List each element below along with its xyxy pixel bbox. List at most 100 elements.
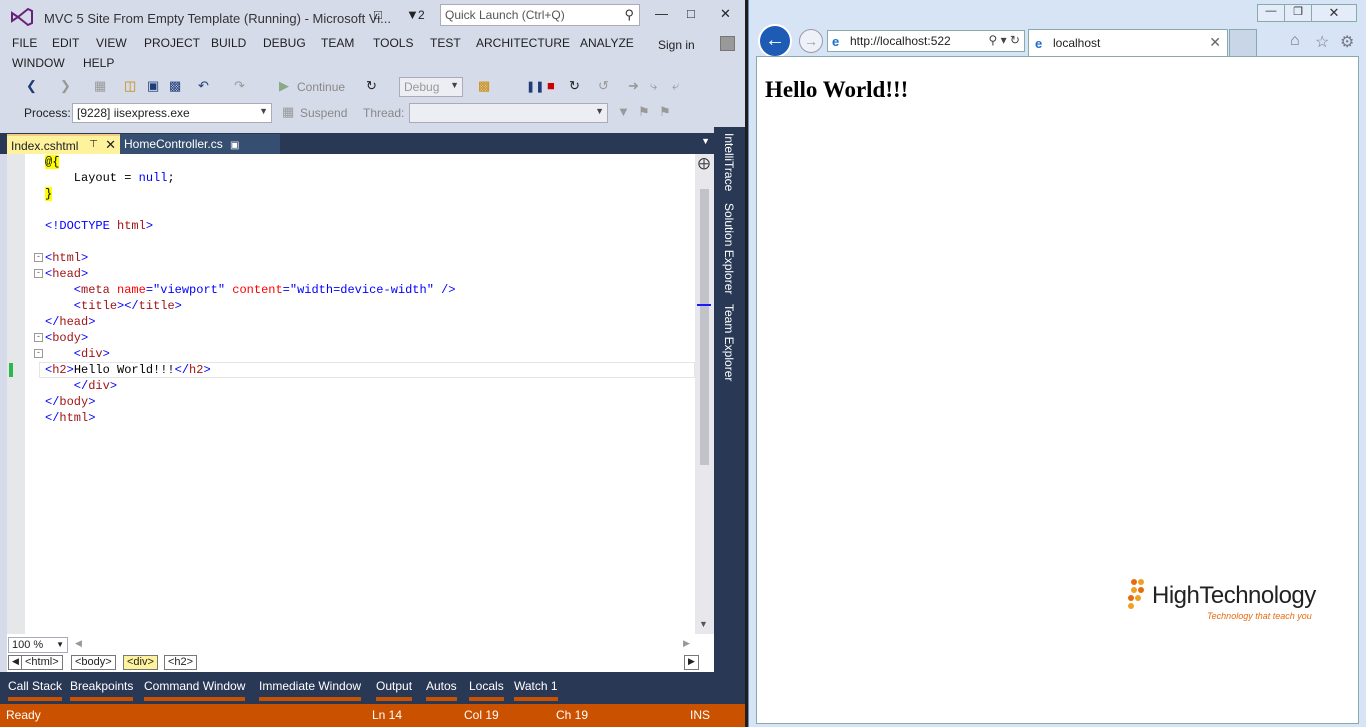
- tab-locals[interactable]: Locals: [469, 679, 504, 701]
- forward-button[interactable]: →: [799, 29, 823, 53]
- vertical-scrollbar[interactable]: ⨁ ▼: [695, 154, 714, 634]
- ie-maximize-button[interactable]: ❐: [1284, 4, 1312, 22]
- fold-toggle[interactable]: -: [34, 269, 43, 278]
- menu-edit[interactable]: EDIT: [52, 36, 79, 50]
- favorites-icon[interactable]: ☆: [1315, 32, 1329, 52]
- vs-title-bar: MVC 5 Site From Empty Template (Running)…: [0, 0, 745, 32]
- breadcrumb-div[interactable]: <div>: [123, 655, 158, 670]
- thread-dropdown[interactable]: ▼: [409, 103, 608, 123]
- open-file-icon[interactable]: ◫: [124, 78, 136, 94]
- settings-gear-icon[interactable]: ⚙: [1340, 32, 1354, 52]
- undo-icon[interactable]: ↶: [198, 78, 209, 94]
- close-tab-icon[interactable]: ✕: [105, 137, 116, 153]
- tab-homecontroller-cs[interactable]: HomeController.cs ▣: [120, 134, 280, 154]
- continue-button[interactable]: Continue: [297, 80, 345, 94]
- sign-in-link[interactable]: Sign in: [658, 38, 695, 52]
- menu-file[interactable]: FILE: [12, 36, 37, 50]
- tab-watch-1[interactable]: Watch 1: [514, 679, 558, 701]
- close-button[interactable]: ✕: [720, 6, 731, 22]
- ie-minimize-button[interactable]: —: [1257, 4, 1285, 22]
- restart-debugging-icon[interactable]: ↻: [569, 78, 580, 94]
- home-icon[interactable]: ⌂: [1290, 32, 1300, 50]
- process-dropdown[interactable]: [9228] iisexpress.exe ▼: [72, 103, 272, 123]
- continue-icon[interactable]: ▶: [279, 78, 289, 94]
- code-line-14: <h2>Hello World!!!</h2>: [45, 363, 211, 377]
- menu-team[interactable]: TEAM: [321, 36, 354, 50]
- address-bar[interactable]: e http://localhost:522 ⚲ ▾ ↻: [827, 30, 1025, 52]
- back-button[interactable]: ←: [758, 24, 792, 58]
- tab-call-stack[interactable]: Call Stack: [8, 679, 63, 701]
- maximize-button[interactable]: □: [687, 6, 695, 21]
- suspend-button[interactable]: Suspend: [300, 106, 347, 120]
- tab-intellitrace[interactable]: IntelliTrace: [722, 133, 736, 191]
- code-editor[interactable]: @{ Layout = null; } <!DOCTYPE html> - <h…: [7, 154, 714, 672]
- suspend-icon[interactable]: ▦: [282, 104, 294, 120]
- split-editor-icon[interactable]: ⨁: [698, 156, 710, 170]
- tab-immediate-window[interactable]: Immediate Window: [259, 679, 362, 701]
- tab-solution-explorer[interactable]: Solution Explorer: [722, 203, 736, 294]
- menu-architecture[interactable]: ARCHITECTURE: [476, 36, 570, 50]
- menu-analyze[interactable]: ANALYZE: [580, 36, 634, 50]
- pin-icon[interactable]: ⊤: [89, 139, 98, 150]
- new-project-icon[interactable]: ▦: [94, 78, 106, 94]
- scroll-down-icon[interactable]: ▼: [699, 619, 708, 629]
- redo-icon[interactable]: ↷: [234, 78, 245, 94]
- document-tab-strip: Index.cshtml ⊤ ✕ HomeController.cs ▣ ▼: [0, 133, 714, 154]
- address-controls-icon[interactable]: ⚲ ▾ ↻: [988, 33, 1020, 47]
- zoom-dropdown[interactable]: 100 % ▼: [8, 637, 68, 653]
- tab-command-window[interactable]: Command Window: [144, 679, 246, 701]
- menu-debug[interactable]: DEBUG: [263, 36, 306, 50]
- breadcrumb-forward-icon[interactable]: ▶: [684, 655, 699, 670]
- menu-help[interactable]: HELP: [83, 56, 114, 70]
- menu-build[interactable]: BUILD: [211, 36, 246, 50]
- menu-tools[interactable]: TOOLS: [373, 36, 413, 50]
- menu-view[interactable]: VIEW: [96, 36, 127, 50]
- breadcrumb-html[interactable]: <html>: [21, 655, 63, 670]
- tab-breakpoints[interactable]: Breakpoints: [70, 679, 134, 701]
- tab-index-cshtml[interactable]: Index.cshtml ⊤ ✕: [7, 134, 120, 154]
- filter-icon[interactable]: ▼: [617, 104, 630, 119]
- browser-page-content: Hello World!!! HighTechnology Technology…: [756, 56, 1359, 724]
- restart-icon[interactable]: ↻: [366, 78, 377, 94]
- standard-toolbar: ❮ ❯ ▦ ◫ ▣ ▩ ↶ ↷ ▶ Continue ↻ Debug ▼ ▩ ❚❚…: [0, 74, 745, 100]
- save-all-icon[interactable]: ▩: [169, 78, 181, 94]
- new-tab-button[interactable]: [1229, 29, 1257, 56]
- browser-tab-localhost[interactable]: e localhost ✕: [1028, 29, 1228, 56]
- stop-debugging-icon[interactable]: ■: [547, 78, 555, 93]
- config-dropdown[interactable]: Debug ▼: [399, 77, 463, 97]
- ie-close-button[interactable]: ✕: [1311, 4, 1357, 22]
- user-avatar-icon[interactable]: [720, 36, 735, 51]
- tab-output[interactable]: Output: [376, 679, 413, 701]
- notification-flag-icon[interactable]: ▼: [406, 7, 419, 22]
- step-into-icon[interactable]: ➜: [628, 78, 639, 94]
- break-all-icon[interactable]: ❚❚: [526, 80, 544, 93]
- menu-test[interactable]: TEST: [430, 36, 461, 50]
- code-area[interactable]: @{ Layout = null; } <!DOCTYPE html> - <h…: [25, 154, 695, 634]
- minimize-button[interactable]: —: [655, 6, 668, 21]
- quick-launch-input[interactable]: Quick Launch (Ctrl+Q) ⚲: [440, 4, 640, 26]
- scrollbar-thumb[interactable]: [700, 189, 709, 465]
- breadcrumb-h2[interactable]: <h2>: [164, 655, 198, 670]
- tab-team-explorer[interactable]: Team Explorer: [722, 304, 736, 381]
- show-next-statement-icon[interactable]: ↺: [598, 78, 609, 94]
- browser-link-icon[interactable]: ▩: [478, 78, 490, 94]
- scroll-right-icon[interactable]: ▶: [683, 638, 690, 649]
- save-icon[interactable]: ▣: [147, 78, 159, 94]
- fold-toggle[interactable]: -: [34, 333, 43, 342]
- step-out-icon[interactable]: ⤶: [672, 78, 679, 94]
- close-tab-icon[interactable]: ✕: [1209, 34, 1221, 51]
- scroll-left-icon[interactable]: ◀: [75, 638, 82, 649]
- menu-project[interactable]: PROJECT: [144, 36, 200, 50]
- navigate-forward-icon[interactable]: ❯: [60, 78, 71, 94]
- unflag-threads-icon[interactable]: ⚑: [659, 104, 671, 120]
- feedback-icon[interactable]: □: [374, 7, 382, 22]
- fold-toggle[interactable]: -: [34, 349, 43, 358]
- menu-window[interactable]: WINDOW: [12, 56, 65, 70]
- tab-overflow-icon[interactable]: ▼: [701, 136, 710, 146]
- step-over-icon[interactable]: ⤷: [650, 78, 657, 94]
- breadcrumb-body[interactable]: <body>: [71, 655, 116, 670]
- tab-autos[interactable]: Autos: [426, 679, 457, 701]
- fold-toggle[interactable]: -: [34, 253, 43, 262]
- flag-threads-icon[interactable]: ⚑: [638, 104, 650, 120]
- navigate-back-icon[interactable]: ❮: [26, 78, 37, 94]
